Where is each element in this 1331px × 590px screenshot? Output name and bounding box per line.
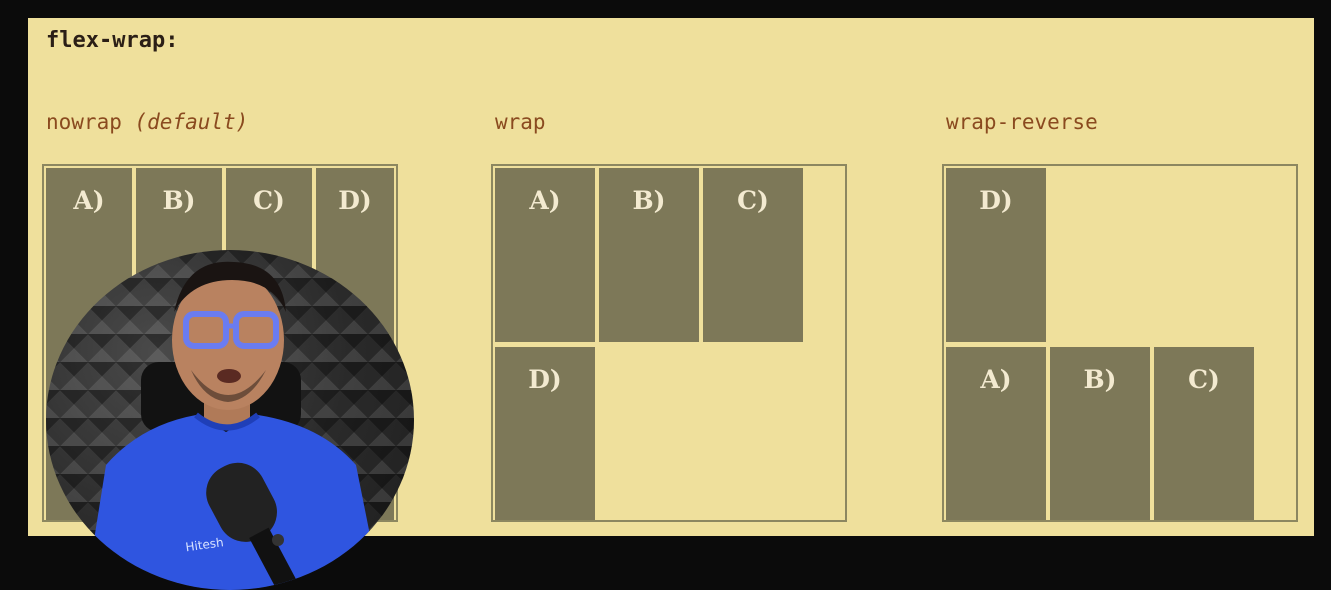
flex-item: A) — [946, 347, 1046, 520]
top-letterbox — [0, 0, 520, 14]
panel-label-text: wrap — [495, 110, 546, 134]
panel-label-wrap-reverse: wrap-reverse — [946, 110, 1098, 134]
panel-label-text: nowrap — [46, 110, 135, 134]
slide-heading: flex-wrap: — [46, 28, 179, 53]
panel-label-emphasis: (default) — [134, 110, 249, 134]
presenter-figure: Hitesh — [86, 261, 381, 590]
presenter-webcam: Hitesh — [46, 250, 414, 590]
flex-item: B) — [599, 168, 699, 342]
mic-mount — [272, 534, 284, 546]
flex-item: D) — [946, 168, 1046, 342]
panel-label-text: wrap-reverse — [946, 110, 1098, 134]
panel-label-nowrap: nowrap (default) — [46, 110, 248, 134]
presenter-mouth — [217, 369, 241, 383]
flex-item: C) — [1154, 347, 1254, 520]
flex-item: B) — [1050, 347, 1150, 520]
flex-item: D) — [495, 347, 595, 520]
panel-label-wrap: wrap — [495, 110, 546, 134]
flex-container-wrap-reverse: D) A) B) C) — [942, 164, 1298, 522]
flex-container-wrap: A) B) C) D) — [491, 164, 847, 522]
flex-item: A) — [495, 168, 595, 342]
flex-item: C) — [703, 168, 803, 342]
